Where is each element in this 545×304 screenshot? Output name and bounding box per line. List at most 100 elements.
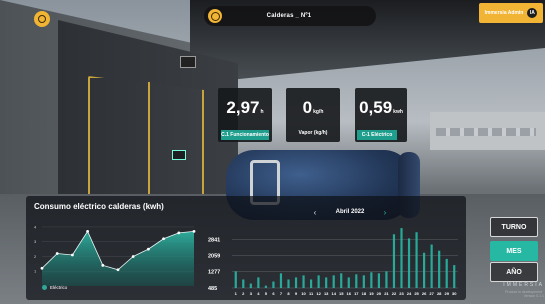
- x-tick-label: 14: [331, 291, 336, 296]
- x-tick-label: 19: [369, 291, 374, 296]
- y-tick-label: 1: [34, 269, 37, 274]
- brand-version: Product in development · Version 0.1.1: [505, 290, 544, 298]
- range-button-turno[interactable]: TURNO: [490, 217, 538, 237]
- data-point: [192, 229, 196, 233]
- brand-logo: IMMERSIA: [503, 282, 544, 288]
- bar: [438, 250, 441, 288]
- user-menu-button[interactable]: Immersia Admin IA: [479, 3, 543, 23]
- kpi-value: 0,59kwh: [359, 98, 403, 117]
- data-point: [71, 253, 74, 257]
- x-tick-label: 21: [384, 291, 389, 296]
- x-tick-label: 15: [339, 291, 344, 296]
- bar: [445, 258, 448, 288]
- background-building: [430, 112, 545, 150]
- bar: [302, 275, 305, 288]
- menu-button[interactable]: [34, 11, 50, 27]
- bar: [407, 238, 411, 288]
- location-title-bar: Calderas _ Nº1: [204, 6, 376, 26]
- y-tick-label: 2059: [208, 254, 220, 260]
- bar: [392, 234, 396, 288]
- bar: [415, 232, 418, 288]
- kpi-value: 2,97h: [226, 98, 264, 117]
- bar: [453, 265, 456, 288]
- y-tick-label: 2841: [208, 238, 220, 244]
- data-point: [40, 266, 44, 270]
- x-tick-label: 16: [347, 291, 352, 296]
- y-tick-label: 3: [34, 239, 37, 244]
- x-tick-label: 30: [452, 291, 457, 296]
- data-point: [101, 263, 105, 267]
- x-tick-label: 20: [377, 291, 382, 296]
- avatar: IA: [527, 8, 538, 18]
- bar: [332, 275, 335, 288]
- legend-label: Eléctrico: [50, 285, 68, 290]
- layers-icon: [38, 15, 46, 23]
- data-point: [177, 231, 181, 235]
- y-tick-label: 2: [34, 254, 37, 259]
- user-name: Immersia Admin: [484, 10, 524, 16]
- chevron-left-icon[interactable]: ‹: [310, 208, 320, 217]
- range-button-mes[interactable]: MES: [490, 241, 538, 261]
- chart-title: Consumo eléctrico calderas (kwh): [34, 202, 164, 211]
- x-tick-label: 24: [407, 291, 412, 296]
- bar: [272, 281, 275, 288]
- x-tick-label: 1: [235, 291, 238, 296]
- kpi-label: C-1 Eléctrico: [357, 130, 397, 140]
- x-tick-label: 25: [414, 291, 419, 296]
- x-tick-label: 11: [309, 291, 314, 296]
- bar: [242, 279, 245, 288]
- bar: [347, 277, 350, 288]
- bar: [264, 285, 267, 288]
- bar: [385, 271, 388, 288]
- bar: [317, 275, 320, 288]
- data-point: [55, 252, 59, 255]
- period-label: Abril 2022: [335, 209, 365, 215]
- bar: [234, 271, 237, 288]
- bar: [257, 277, 260, 288]
- x-tick-label: 10: [301, 291, 306, 296]
- kpi-label: C.1 Funcionamiento: [221, 130, 269, 140]
- x-tick-label: 13: [324, 291, 329, 296]
- area-fill: [42, 231, 194, 286]
- data-point: [162, 237, 166, 241]
- x-tick-label: 5: [265, 291, 268, 296]
- data-point: [131, 255, 135, 258]
- period-selector: ‹ Abril 2022 ›: [310, 206, 390, 218]
- x-tick-label: 7: [280, 291, 283, 296]
- chevron-right-icon[interactable]: ›: [380, 208, 390, 217]
- y-tick-label: 485: [208, 286, 217, 292]
- kpi-value: 0kg/h: [302, 98, 324, 117]
- x-tick-label: 4: [257, 291, 260, 296]
- x-tick-label: 6: [272, 291, 275, 296]
- data-point: [86, 229, 89, 233]
- x-tick-label: 18: [362, 291, 367, 296]
- bar: [279, 273, 283, 288]
- legend-dot-icon: [42, 285, 47, 290]
- chart-legend: Eléctrico: [42, 285, 67, 290]
- bar: [325, 277, 328, 288]
- x-tick-label: 29: [444, 291, 449, 296]
- kpi-card-electrico: 0,59kwh C-1 Eléctrico: [355, 88, 407, 142]
- y-tick-label: 1277: [208, 270, 220, 276]
- bar-chart: 4851277205928411 2 3 4 5 6 7 8 9 10 11 12 13 14 15 16 17…: [208, 228, 458, 296]
- kpi-label: Vapor (kg/h): [298, 130, 328, 136]
- data-point: [116, 268, 120, 272]
- bar: [310, 279, 313, 288]
- range-button-ano[interactable]: AÑO: [490, 262, 538, 282]
- x-tick-label: 12: [316, 291, 321, 296]
- x-tick-label: 8: [287, 291, 290, 296]
- bar: [355, 274, 358, 288]
- bar: [294, 277, 298, 288]
- x-tick-label: 23: [399, 291, 404, 296]
- x-tick-label: 27: [429, 291, 434, 296]
- x-tick-label: 22: [392, 291, 397, 296]
- globe-icon[interactable]: [208, 9, 222, 23]
- bar: [370, 272, 373, 288]
- data-point: [147, 247, 150, 251]
- x-tick-label: 26: [422, 291, 427, 296]
- bar: [362, 275, 365, 288]
- x-tick-label: 9: [295, 291, 298, 296]
- y-tick-label: 4: [34, 224, 37, 229]
- bar: [400, 228, 403, 288]
- kpi-card-funcionamiento: 2,97h C.1 Funcionamiento: [218, 88, 272, 142]
